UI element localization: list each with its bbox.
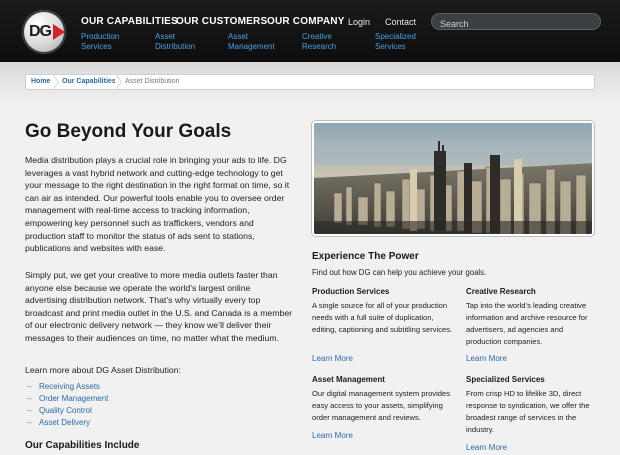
login-link[interactable]: Login <box>348 17 370 27</box>
service-title: Creative Research <box>466 287 536 296</box>
intro-paragraph: Media distribution plays a crucial role … <box>25 155 290 254</box>
second-paragraph: Simply put, we get your creative to more… <box>25 270 293 343</box>
search-box[interactable] <box>431 13 601 32</box>
service-production: Production Services A single source for … <box>312 287 457 336</box>
service-title: Production Services <box>312 287 390 296</box>
learn-more-production[interactable]: Learn More <box>312 354 353 363</box>
search-input[interactable] <box>432 16 600 32</box>
breadcrumb-our-capabilities[interactable]: Our Capabilities <box>62 78 116 86</box>
service-specialized: Specialized Services From crisp HD to li… <box>466 375 600 436</box>
city-skyline-image <box>312 121 594 236</box>
contact-link[interactable]: Contact <box>385 17 416 27</box>
service-title: Asset Management <box>312 375 385 384</box>
subnav-label: Management <box>228 42 275 51</box>
learn-more-asset-management[interactable]: Learn More <box>312 431 353 440</box>
subnav-creative-research[interactable]: Creative Research <box>302 32 336 52</box>
nav-our-customers[interactable]: OUR CUSTOMERS <box>176 16 267 27</box>
subnav-label: Services <box>375 42 406 51</box>
service-creative-research: Creative Research Tap into the world’s l… <box>466 287 600 348</box>
subnav-label: Specialized <box>375 32 416 41</box>
subnav-asset-management[interactable]: Asset Management <box>228 32 275 52</box>
subnav-label: Services <box>81 42 112 51</box>
link-order-management[interactable]: Order Management <box>27 393 108 405</box>
subnav-label: Distribution <box>155 42 196 51</box>
subnav-specialized-services[interactable]: Specialized Services <box>375 32 416 52</box>
learn-more-label: Learn more about DG Asset Distribution: <box>25 365 181 375</box>
breadcrumb-current: Asset Distribution <box>125 78 180 85</box>
service-title: Specialized Services <box>466 375 545 384</box>
subnav-asset-distribution[interactable]: Asset Distribution <box>155 32 195 52</box>
asset-distribution-links: Receiving Assets Order Management Qualit… <box>27 381 108 429</box>
subnav-label: Production <box>81 32 120 41</box>
learn-more-specialized[interactable]: Learn More <box>466 443 507 452</box>
nav-our-capabilities[interactable]: OUR CAPABILITIES <box>81 16 178 27</box>
service-description: Tap into the world’s leading creative in… <box>466 301 588 346</box>
subnav-label: Creative <box>302 32 332 41</box>
nav-our-company[interactable]: OUR COMPANY <box>267 16 345 27</box>
breadcrumb-separator-icon <box>52 74 61 90</box>
subnav-label: Research <box>302 42 337 51</box>
logo-arrow-icon <box>53 24 65 40</box>
subnav-production-services[interactable]: Production Services <box>81 32 119 52</box>
service-description: A single source for all of your producti… <box>312 301 453 334</box>
link-quality-control[interactable]: Quality Control <box>27 405 108 417</box>
service-asset-management: Asset Management Our digital management … <box>312 375 457 424</box>
subnav-label: Asset <box>228 32 249 41</box>
breadcrumb-home[interactable]: Home <box>31 78 50 86</box>
experience-title: Experience The Power <box>312 251 419 262</box>
subnav-label: Asset <box>155 32 176 41</box>
service-description: Our digital management system provides e… <box>312 389 451 422</box>
breadcrumb-separator-icon <box>115 74 124 90</box>
experience-subtitle: Find out how DG can help you achieve you… <box>312 268 487 277</box>
service-description: From crisp HD to lifelike 3D, direct res… <box>466 389 590 434</box>
link-asset-delivery[interactable]: Asset Delivery <box>27 417 108 429</box>
page-title: Go Beyond Your Goals <box>25 121 232 142</box>
skyline-illustration <box>314 123 592 234</box>
link-receiving-assets[interactable]: Receiving Assets <box>27 381 108 393</box>
learn-more-creative-research[interactable]: Learn More <box>466 354 507 363</box>
capabilities-heading: Our Capabilities Include <box>25 440 140 451</box>
logo-text: DG <box>29 23 52 40</box>
dg-logo[interactable]: DG <box>22 10 66 54</box>
